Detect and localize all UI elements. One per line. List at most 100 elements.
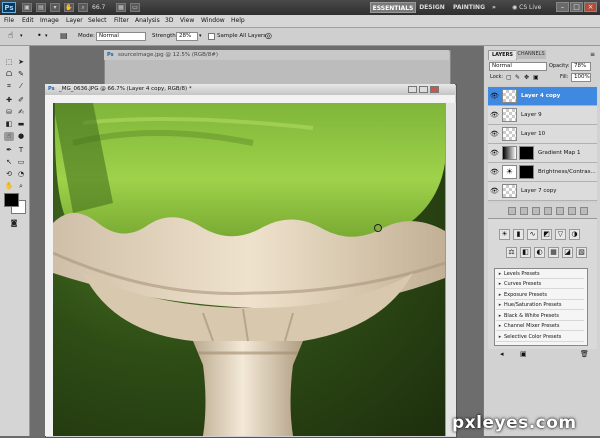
document-close-button[interactable]	[430, 86, 439, 93]
zoom-level[interactable]: 66.7	[92, 2, 105, 13]
layer-row[interactable]: 👁 ☀ Brightness/Contras...	[488, 163, 597, 182]
brush-preset-icon[interactable]: •	[37, 31, 42, 40]
smudge-tool-preset-icon[interactable]: ☝	[8, 31, 13, 41]
tab-layers[interactable]: LAYERS	[488, 50, 517, 60]
photo-filter-adjustment-icon[interactable]: ◐	[534, 247, 545, 258]
document-minimize-button[interactable]	[408, 86, 417, 93]
move-tool-icon[interactable]: ➤	[16, 58, 26, 67]
vibrance-adjustment-icon[interactable]: ▽	[555, 229, 566, 240]
invert-adjustment-icon[interactable]: ◪	[562, 247, 573, 258]
document-maximize-button[interactable]	[419, 86, 428, 93]
brush-dropdown-icon[interactable]: ▾	[45, 33, 48, 39]
visibility-eye-icon[interactable]: 👁	[490, 130, 499, 138]
mini-bridge-icon[interactable]: ▤	[36, 3, 46, 12]
maximize-button[interactable]: □	[570, 2, 583, 12]
menu-help[interactable]: Help	[231, 15, 245, 27]
path-selection-tool-icon[interactable]: ↖	[4, 158, 14, 167]
tablet-pressure-icon[interactable]: ◎	[265, 31, 272, 40]
curves-adjustment-icon[interactable]: ∿	[527, 229, 538, 240]
lock-position-icon[interactable]: ✥	[524, 73, 529, 82]
visibility-eye-icon[interactable]: 👁	[490, 111, 499, 119]
fill-input[interactable]: 100%	[571, 73, 591, 82]
link-layers-icon[interactable]	[508, 207, 516, 215]
back-arrow-icon[interactable]: ◂	[500, 350, 504, 358]
smudge-tool-icon[interactable]: ☝	[4, 132, 14, 141]
levels-adjustment-icon[interactable]: ▮	[513, 229, 524, 240]
dodge-tool-icon[interactable]: ●	[16, 132, 26, 141]
strength-input[interactable]: 28%	[176, 32, 198, 41]
crop-tool-icon[interactable]: ⌗	[4, 82, 14, 91]
preset-item[interactable]: ▸ Levels Presets	[496, 269, 584, 279]
tab-channels[interactable]: CHANNELS	[516, 50, 546, 59]
arrange-documents-icon[interactable]: ▦	[116, 3, 126, 12]
menu-analysis[interactable]: Analysis	[135, 15, 160, 27]
shape-tool-icon[interactable]: ▭	[16, 158, 26, 167]
delete-layer-icon[interactable]	[580, 207, 588, 215]
new-group-icon[interactable]	[556, 207, 564, 215]
screen-mode-icon[interactable]: ▭	[130, 3, 140, 12]
add-mask-icon[interactable]	[532, 207, 540, 215]
more-workspaces-button[interactable]: »	[489, 2, 499, 13]
visibility-eye-icon[interactable]: 👁	[490, 92, 499, 100]
visibility-eye-icon[interactable]: 👁	[490, 187, 499, 195]
brightness-adjustment-icon[interactable]: ☀	[499, 229, 510, 240]
opacity-input[interactable]: 78%	[571, 62, 591, 71]
eyedropper-tool-icon[interactable]: ⁄	[16, 82, 26, 91]
menu-view[interactable]: View	[180, 15, 194, 27]
active-document-tab[interactable]: Ps _MG_0636.JPG @ 66.7% (Layer 4 copy, R…	[45, 84, 455, 95]
lock-image-icon[interactable]: ✎	[515, 73, 520, 82]
layer-style-icon[interactable]	[520, 207, 528, 215]
lasso-tool-icon[interactable]: ᗝ	[4, 70, 14, 79]
blend-mode-select[interactable]: Normal	[489, 62, 547, 71]
background-document-tab[interactable]: Ps sourceimage.jpg @ 12.5% (RGB/8#)	[104, 50, 449, 60]
cs-live-button[interactable]: ◉ CS Live	[512, 2, 541, 13]
eraser-tool-icon[interactable]: ◧	[4, 120, 14, 129]
brush-panel-icon[interactable]: ▤	[60, 31, 68, 40]
black-white-adjustment-icon[interactable]: ◧	[520, 247, 531, 258]
hand-tool-icon[interactable]: ✋	[64, 3, 74, 12]
pen-tool-icon[interactable]: ✒	[4, 146, 14, 155]
gradient-tool-icon[interactable]: ▬	[16, 120, 26, 129]
workspace-design-button[interactable]: DESIGN	[418, 2, 446, 13]
lock-all-icon[interactable]: ▣	[533, 73, 539, 82]
channel-mixer-adjustment-icon[interactable]: ▦	[548, 247, 559, 258]
mode-select[interactable]: Normal	[96, 32, 146, 41]
new-adjustment-layer-icon[interactable]	[544, 207, 552, 215]
preset-item[interactable]: ▸ Selective Color Presets	[496, 332, 584, 342]
menu-select[interactable]: Select	[88, 15, 107, 27]
sample-all-layers-checkbox[interactable]	[208, 33, 215, 40]
tool-preset-dropdown-icon[interactable]: ▾	[20, 33, 23, 39]
bridge-icon[interactable]: ▣	[22, 3, 32, 12]
quick-mask-icon[interactable]: ◙	[9, 219, 19, 228]
zoom-tool-panel-icon[interactable]: ⌕	[16, 182, 26, 191]
zoom-tool-icon[interactable]: ⌕	[78, 3, 88, 12]
visibility-eye-icon[interactable]: 👁	[490, 149, 499, 157]
view-extras-icon[interactable]: ▾	[50, 3, 60, 12]
layer-row[interactable]: 👁 Layer 10	[488, 125, 597, 144]
hand-tool-panel-icon[interactable]: ✋	[4, 182, 14, 191]
lock-transparent-icon[interactable]: ▢	[506, 73, 512, 82]
history-brush-tool-icon[interactable]: ✍	[16, 108, 26, 117]
visibility-eye-icon[interactable]: 👁	[490, 168, 499, 176]
menu-edit[interactable]: Edit	[22, 15, 34, 27]
minimize-button[interactable]: –	[556, 2, 569, 12]
layer-row[interactable]: 👁 Layer 9	[488, 106, 597, 125]
3d-rotate-tool-icon[interactable]: ⟲	[4, 170, 14, 179]
healing-brush-tool-icon[interactable]: ✚	[4, 96, 14, 105]
panel-menu-icon[interactable]: ≡	[590, 51, 595, 58]
color-balance-adjustment-icon[interactable]: ⚖	[506, 247, 517, 258]
preset-item[interactable]: ▸ Curves Presets	[496, 279, 584, 289]
preset-item[interactable]: ▸ Hue/Saturation Presets	[496, 300, 584, 310]
menu-filter[interactable]: Filter	[114, 15, 129, 27]
strength-slider-icon[interactable]: ▾	[199, 33, 202, 39]
preset-item[interactable]: ▸ Exposure Presets	[496, 290, 584, 300]
clone-stamp-tool-icon[interactable]: ⛁	[4, 108, 14, 117]
expand-view-icon[interactable]: ▣	[520, 350, 527, 358]
menu-file[interactable]: File	[4, 15, 14, 27]
3d-orbit-tool-icon[interactable]: ◔	[16, 170, 26, 179]
vertical-scrollbar[interactable]	[445, 103, 456, 436]
layer-row[interactable]: 👁 Layer 7 copy	[488, 182, 597, 201]
hue-saturation-adjustment-icon[interactable]: ◑	[569, 229, 580, 240]
workspace-painting-button[interactable]: PAINTING	[452, 2, 486, 13]
marquee-tool-icon[interactable]: ⬚	[4, 58, 14, 67]
